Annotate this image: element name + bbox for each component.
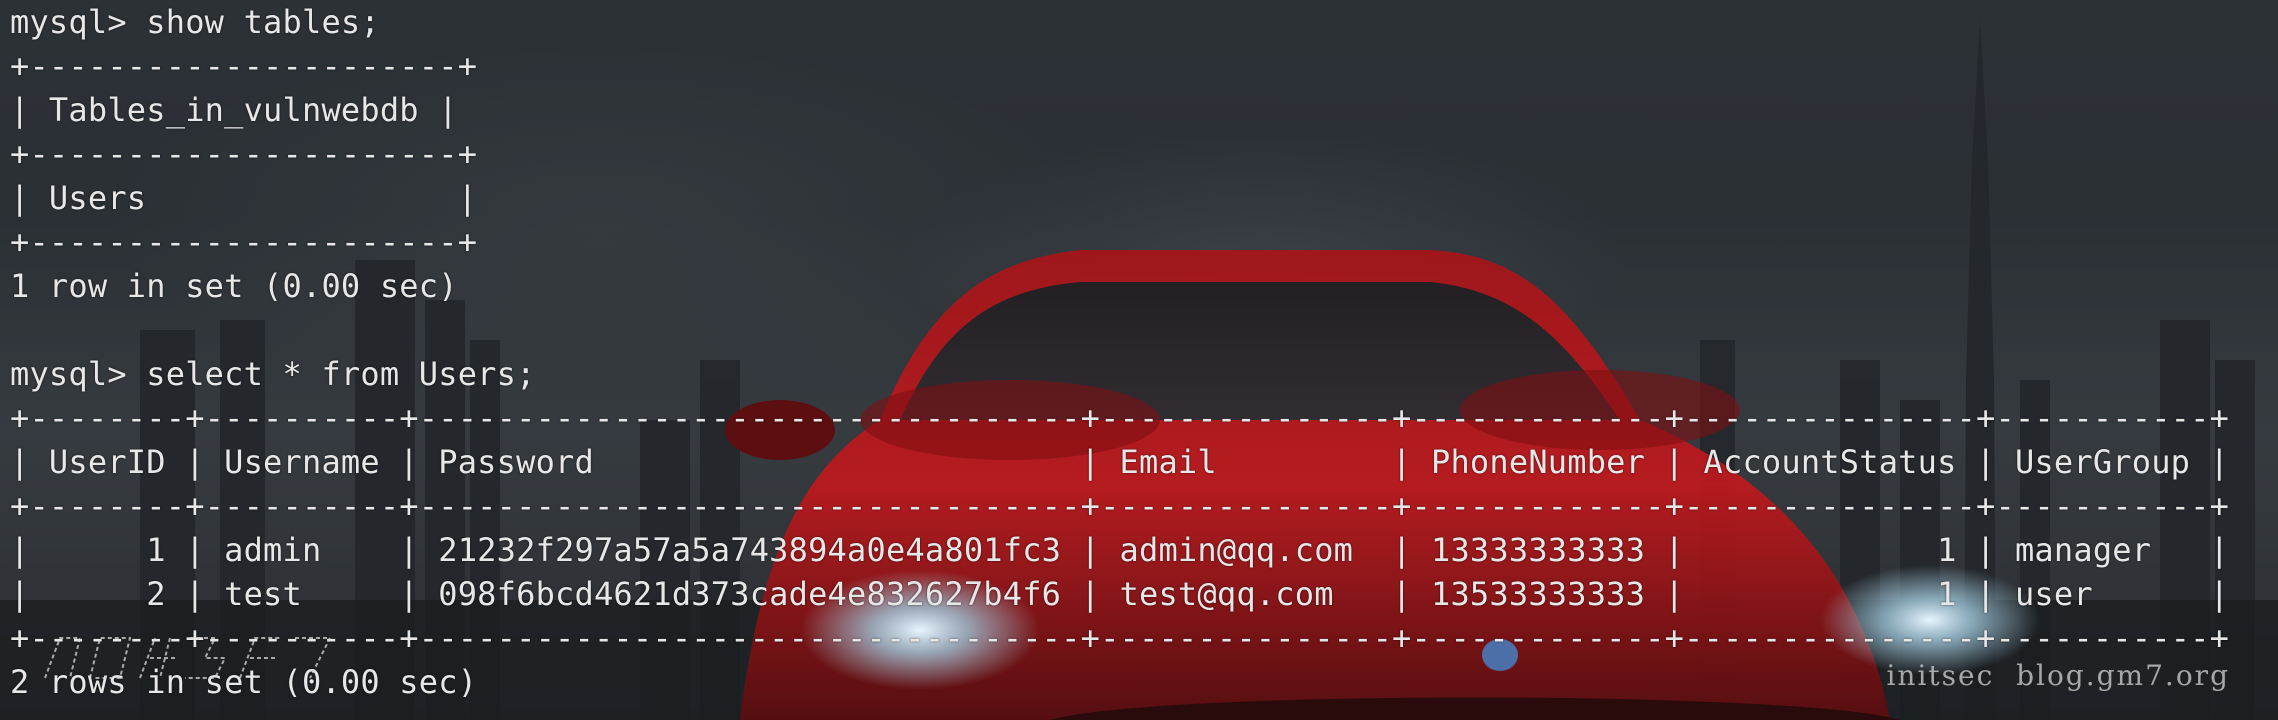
terminal-line: +--------+----------+-------------------… [10,487,2230,525]
terminal-line: | UserID | Username | Password | Email |… [10,443,2230,481]
terminal-line: +----------------------+ [10,135,478,173]
terminal-line: 1 row in set (0.00 sec) [10,267,458,305]
terminal-output[interactable]: mysql> show tables; +--------------------… [10,0,2229,704]
terminal-line: | Tables_in_vulnwebdb | [10,91,458,129]
scribble-mark [44,637,332,679]
terminal-line: mysql> show tables; [10,3,380,41]
terminal-line: +----------------------+ [10,223,478,261]
terminal-line: mysql> select * from Users; [10,355,536,393]
terminal-line: | 1 | admin | 21232f297a57a5a743894a0e4a… [10,531,2230,569]
watermark-text: initsec blog.gm7.org [1886,659,2230,692]
terminal-line: +--------+----------+-------------------… [10,399,2230,437]
terminal-line: | 2 | test | 098f6bcd4621d373cade4e83262… [10,575,2230,613]
terminal-line: +----------------------+ [10,47,478,85]
terminal-window[interactable]: mysql> show tables; +--------------------… [0,0,2278,720]
terminal-line: | Users | [10,179,478,217]
